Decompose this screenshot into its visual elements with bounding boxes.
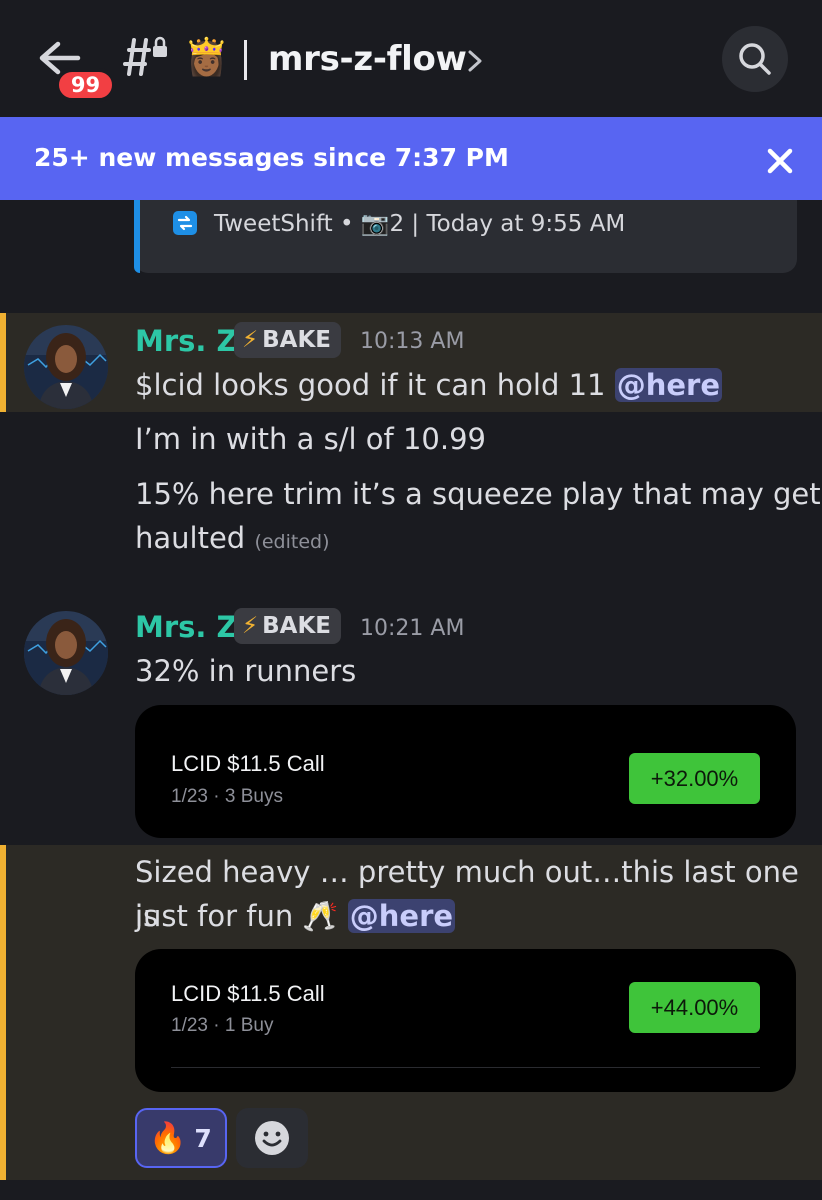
search-icon xyxy=(739,43,771,75)
edited-label: (edited) xyxy=(254,531,330,553)
message-text: 15% here trim it’s a squeeze play that m… xyxy=(135,477,821,511)
close-icon[interactable] xyxy=(765,146,795,176)
message-timestamp: 10:21 AM xyxy=(360,616,465,641)
unread-badge: 99 xyxy=(55,68,116,102)
new-messages-banner[interactable]: 25+ new messages since 7:37 PM xyxy=(0,117,822,200)
chevron-right-icon[interactable] xyxy=(466,48,484,74)
channel-header: 99 👸🏾 mrs-z-flow xyxy=(0,0,822,117)
mention-highlight-bar xyxy=(0,845,6,1180)
here-mention[interactable]: @here xyxy=(614,368,722,402)
mention-highlight-bar xyxy=(0,313,6,412)
message-line: $lcid looks good if it can hold 11 xyxy=(135,368,606,402)
gain-badge: +32.00% xyxy=(629,753,760,804)
message-text: $lcid looks good if it can hold 11 @here xyxy=(135,363,722,407)
locked-channel-icon xyxy=(123,36,167,76)
title-divider xyxy=(244,40,247,80)
new-messages-text: 25+ new messages since 7:37 PM xyxy=(34,143,509,172)
role-tag[interactable]: ⚡ BAKE xyxy=(234,322,342,358)
message-timestamp: 10:13 AM xyxy=(360,329,465,354)
fire-reaction[interactable]: 🔥 7 xyxy=(135,1108,227,1168)
trade-details: 1/23 · 1 Buy xyxy=(171,1015,274,1036)
trade-title: LCID $11.5 Call xyxy=(171,981,325,1006)
trade-details: 1/23 · 3 Buys xyxy=(171,786,283,807)
role-tag-label: BAKE xyxy=(262,327,332,353)
embed-footer: TweetShift • 📷2 | Today at 9:55 AM xyxy=(214,211,626,237)
card-divider xyxy=(171,1067,760,1068)
trade-card[interactable]: LCID $11.5 Call 1/23 · 3 Buys +32.00% xyxy=(135,705,796,838)
add-reaction-button[interactable] xyxy=(236,1108,308,1168)
reaction-count: 7 xyxy=(194,1123,212,1153)
here-mention[interactable]: @here xyxy=(347,899,456,933)
role-tag[interactable]: ⚡ BAKE xyxy=(234,608,342,644)
embed-accent-bar xyxy=(134,200,140,273)
princess-emoji-icon: 👸🏾 xyxy=(184,37,229,78)
retweet-icon xyxy=(173,211,197,235)
message-text: just for fun 🥂 @here xyxy=(135,894,456,938)
search-button[interactable] xyxy=(722,26,788,92)
gain-badge: +44.00% xyxy=(629,982,760,1033)
smiley-icon xyxy=(255,1121,289,1155)
trade-card[interactable]: LCID $11.5 Call 1/23 · 1 Buy +44.00% xyxy=(135,949,796,1092)
message-text: 32% in runners xyxy=(135,654,357,688)
message-text: I’m in with a s/l of 10.99 xyxy=(135,422,486,456)
lightning-icon: ⚡ xyxy=(242,327,259,353)
trade-title: LCID $11.5 Call xyxy=(171,751,325,776)
message-text: haulted (edited) xyxy=(135,516,330,564)
avatar[interactable] xyxy=(24,325,108,409)
fire-icon: 🔥 xyxy=(149,1120,187,1156)
avatar[interactable] xyxy=(24,611,108,695)
bottom-edge xyxy=(0,1180,822,1200)
channel-name[interactable]: mrs-z-flow xyxy=(268,36,467,82)
role-tag-label: BAKE xyxy=(262,613,332,639)
message-line: just for fun 🥂 xyxy=(135,899,339,933)
message-line: haulted xyxy=(135,521,246,555)
message-author[interactable]: Mrs. Z xyxy=(135,322,238,360)
message-author[interactable]: Mrs. Z xyxy=(135,608,238,646)
lightning-icon: ⚡ xyxy=(242,613,259,639)
